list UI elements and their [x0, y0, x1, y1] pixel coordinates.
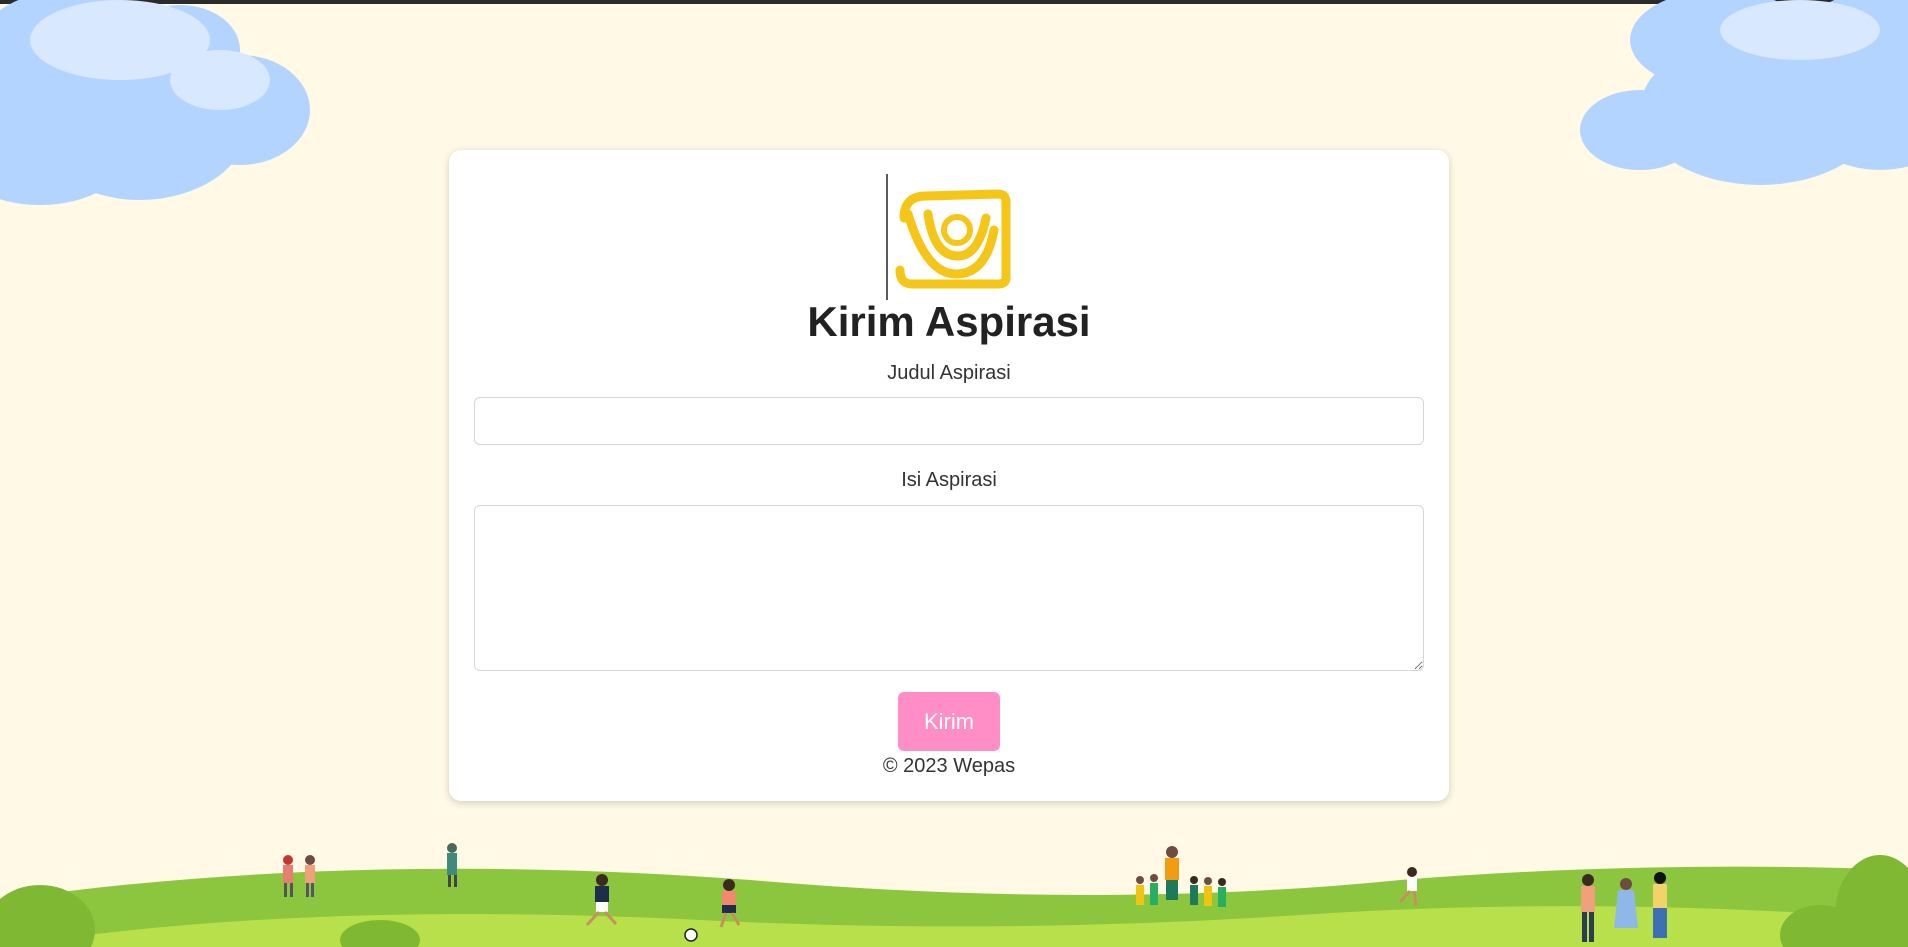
kirim-button[interactable]: Kirim: [898, 692, 1000, 751]
aspirasi-form-card: Kirim Aspirasi Judul Aspirasi Isi Aspira…: [449, 150, 1449, 801]
page-title: Kirim Aspirasi: [807, 298, 1091, 345]
isi-aspirasi-label: Isi Aspirasi: [901, 469, 997, 491]
aspirasi-logo-icon: [886, 174, 1016, 300]
isi-aspirasi-textarea[interactable]: [474, 505, 1424, 671]
judul-aspirasi-input[interactable]: [474, 397, 1424, 445]
page-background: Kirim Aspirasi Judul Aspirasi Isi Aspira…: [0, 0, 1908, 947]
footer-copyright: © 2023 Wepas: [882, 755, 1016, 777]
judul-aspirasi-label: Judul Aspirasi: [887, 362, 1011, 384]
